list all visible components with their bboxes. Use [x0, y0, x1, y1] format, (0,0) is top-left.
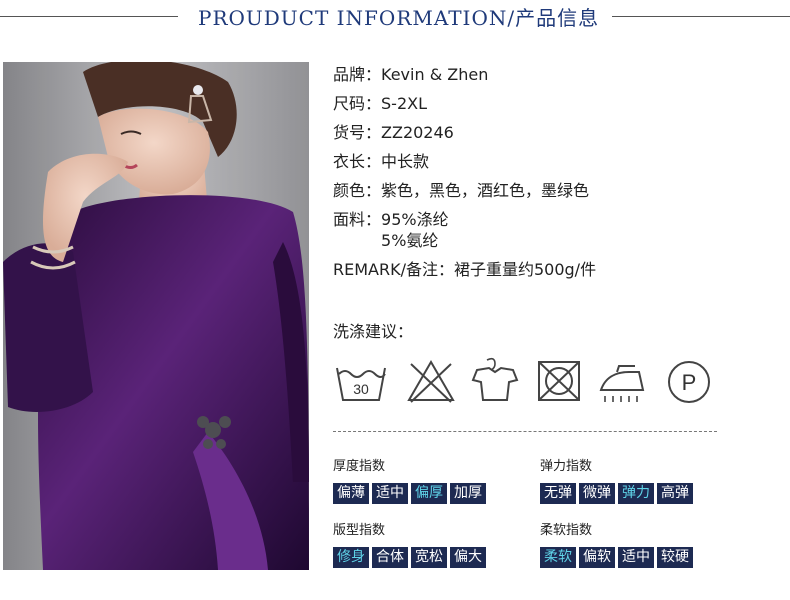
hang-dry-icon [467, 356, 523, 406]
softness-index-name: 柔软指数 [540, 523, 593, 538]
fabric-label: 面料： [333, 210, 382, 229]
fit-index: 版型指数 修身 合体 宽松 偏大 [333, 519, 523, 568]
elasticity-option-selected: 弹力 [618, 483, 654, 504]
thickness-option-selected: 偏厚 [411, 483, 447, 504]
dry-clean-letter: P [682, 370, 697, 395]
thickness-option: 加厚 [450, 483, 486, 504]
divider [333, 431, 717, 432]
fit-option: 合体 [372, 547, 408, 568]
care-icons: 30 P [333, 356, 717, 408]
brand-label: 品牌： [333, 65, 382, 84]
remark-row: REMARK/备注： 裙子重量约500g/件 [333, 259, 773, 280]
elasticity-option: 无弹 [540, 483, 576, 504]
fit-option: 宽松 [411, 547, 447, 568]
size-value: S-2XL [381, 94, 427, 113]
dry-clean-p-icon: P [661, 356, 717, 406]
wash-temperature: 30 [353, 381, 369, 397]
product-info: 品牌： Kevin & Zhen 尺码： S-2XL 货号： ZZ20246 衣… [333, 64, 773, 288]
item-number-row: 货号： ZZ20246 [333, 122, 773, 143]
thickness-index: 厚度指数 偏薄 适中 偏厚 加厚 [333, 455, 523, 504]
iron-steam-icon [595, 356, 651, 406]
colors-value: 紫色，黑色，酒红色，墨绿色 [381, 181, 590, 200]
length-value: 中长款 [381, 152, 430, 171]
fit-option-selected: 修身 [333, 547, 369, 568]
section-header: PROUDUCT INFORMATION/产品信息 [0, 0, 790, 34]
softness-option: 偏软 [579, 547, 615, 568]
thickness-options: 偏薄 适中 偏厚 加厚 [333, 483, 523, 504]
elasticity-option: 微弹 [579, 483, 615, 504]
fit-index-name: 版型指数 [333, 523, 386, 538]
brand-row: 品牌： Kevin & Zhen [333, 64, 773, 85]
colors-label: 颜色： [333, 181, 382, 200]
remark-label: REMARK/备注： [333, 260, 454, 279]
fit-option: 偏大 [450, 547, 486, 568]
model-wearing-velvet-dress-illustration [3, 62, 309, 570]
elasticity-option: 高弹 [657, 483, 693, 504]
softness-index: 柔软指数 柔软 偏软 适中 较硬 [540, 519, 730, 568]
softness-option: 适中 [618, 547, 654, 568]
length-row: 衣长： 中长款 [333, 151, 773, 172]
thickness-option: 适中 [372, 483, 408, 504]
length-label: 衣长： [333, 152, 382, 171]
product-photo [3, 62, 309, 570]
item-number-label: 货号： [333, 123, 382, 142]
brand-value: Kevin & Zhen [381, 65, 489, 84]
care-title: 洗涤建议： [333, 322, 414, 341]
no-bleach-icon [403, 356, 459, 406]
colors-row: 颜色： 紫色，黑色，酒红色，墨绿色 [333, 180, 773, 201]
header-rule-right [612, 16, 790, 17]
remark-value: 裙子重量约500g/件 [453, 260, 597, 279]
elasticity-index-name: 弹力指数 [540, 459, 593, 474]
elasticity-options: 无弹 微弹 弹力 高弹 [540, 483, 730, 504]
thickness-index-name: 厚度指数 [333, 459, 386, 474]
softness-options: 柔软 偏软 适中 较硬 [540, 547, 730, 568]
section-title: PROUDUCT INFORMATION/产品信息 [198, 6, 600, 30]
size-row: 尺码： S-2XL [333, 93, 773, 114]
fit-options: 修身 合体 宽松 偏大 [333, 547, 523, 568]
no-tumble-dry-icon [531, 356, 587, 406]
fabric-row: 面料： 95%涤纶 5%氨纶 [333, 209, 773, 251]
item-number-value: ZZ20246 [381, 123, 454, 142]
softness-option: 较硬 [657, 547, 693, 568]
wash-30-icon: 30 [333, 356, 389, 406]
fabric-value: 95%涤纶 5%氨纶 [381, 210, 449, 250]
size-label: 尺码： [333, 94, 382, 113]
elasticity-index: 弹力指数 无弹 微弹 弹力 高弹 [540, 455, 730, 504]
header-rule-left [0, 16, 178, 17]
thickness-option: 偏薄 [333, 483, 369, 504]
softness-option-selected: 柔软 [540, 547, 576, 568]
